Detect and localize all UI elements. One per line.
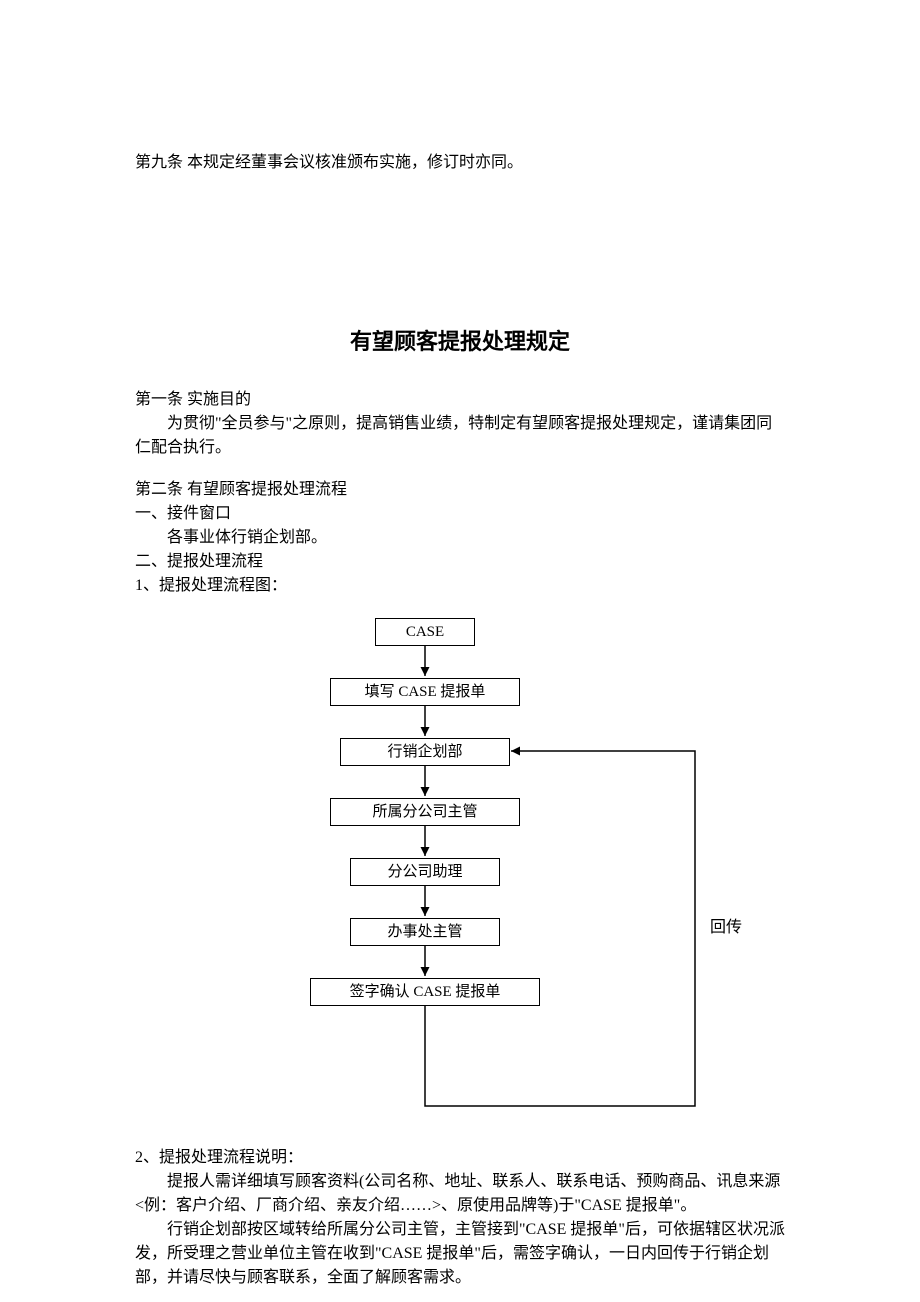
- flow-explain-p1: 提报人需详细填写顾客资料(公司名称、地址、联系人、联系电话、预购商品、讯息来源<…: [135, 1170, 785, 1218]
- article-two-item-two: 2、提报处理流程说明：: [135, 1146, 785, 1170]
- flow-node-case: CASE: [375, 618, 475, 646]
- article-two-sub-two: 二、提报处理流程: [135, 550, 785, 574]
- flow-node-office-manager: 办事处主管: [350, 918, 500, 946]
- flow-node-marketing-dept: 行销企划部: [340, 738, 510, 766]
- article-two-heading: 第二条 有望顾客提报处理流程: [135, 478, 785, 502]
- flow-node-sign-confirm: 签字确认 CASE 提报单: [310, 978, 540, 1006]
- flowchart: CASE 填写 CASE 提报单 行销企划部 所属分公司主管 分公司助理 办事处…: [135, 606, 785, 1146]
- article-two-item-one: 1、提报处理流程图：: [135, 574, 785, 598]
- document-page: 第九条 本规定经董事会议核准颁布实施，修订时亦同。 有望顾客提报处理规定 第一条…: [0, 0, 920, 1302]
- article-one-heading: 第一条 实施目的: [135, 388, 785, 412]
- article-two-sub-one: 一、接件窗口: [135, 502, 785, 526]
- flow-explain-p2: 行销企划部按区域转给所属分公司主管，主管接到"CASE 提报单"后，可依据辖区状…: [135, 1218, 785, 1290]
- flow-node-branch-manager: 所属分公司主管: [330, 798, 520, 826]
- article-nine-note: 第九条 本规定经董事会议核准颁布实施，修订时亦同。: [135, 151, 785, 175]
- flow-node-fill-form: 填写 CASE 提报单: [330, 678, 520, 706]
- page-title: 有望顾客提报处理规定: [135, 325, 785, 358]
- article-two-sub-one-body: 各事业体行销企划部。: [135, 526, 785, 550]
- flow-node-branch-assistant: 分公司助理: [350, 858, 500, 886]
- article-one-body: 为贯彻"全员参与"之原则，提高销售业绩，特制定有望顾客提报处理规定，谨请集团同仁…: [135, 412, 785, 460]
- flow-feedback-label: 回传: [710, 916, 742, 940]
